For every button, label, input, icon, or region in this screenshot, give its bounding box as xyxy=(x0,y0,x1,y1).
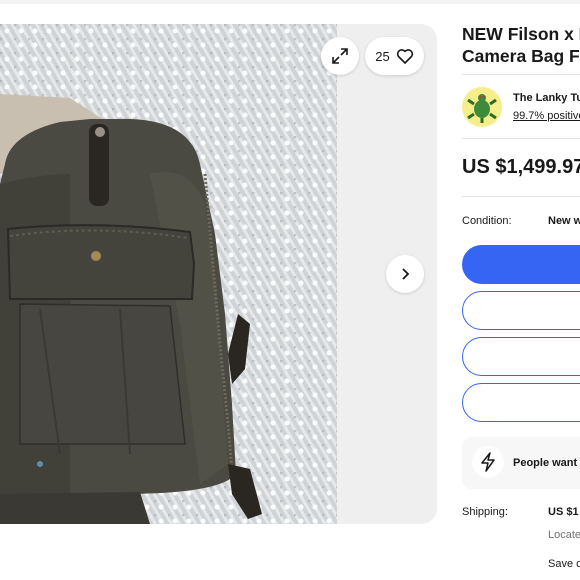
lightning-icon xyxy=(481,452,495,472)
divider xyxy=(462,74,580,75)
buy-it-now-button[interactable] xyxy=(462,245,580,284)
seller-feedback-link[interactable]: 99.7% positive xyxy=(513,110,580,122)
condition-label: Condition: xyxy=(462,215,512,227)
listing-page: 25 NEW Filson x M Camera Bag F The Lanky… xyxy=(0,0,580,580)
seller-avatar[interactable] xyxy=(462,87,502,127)
header-divider xyxy=(0,0,580,4)
make-offer-button[interactable] xyxy=(462,337,580,376)
image-gallery[interactable]: 25 xyxy=(0,24,437,524)
seller-logo xyxy=(467,94,497,123)
title-line-1: NEW Filson x M xyxy=(462,24,580,44)
seller-name[interactable]: The Lanky Tu xyxy=(513,92,580,104)
chevron-right-icon xyxy=(402,268,410,280)
listing-title: NEW Filson x M Camera Bag F xyxy=(462,23,580,67)
shipping-value: US $1 xyxy=(548,506,579,518)
product-photo[interactable] xyxy=(0,24,337,524)
divider xyxy=(462,138,580,139)
save-on-combined-shipping: Save c xyxy=(548,558,580,570)
urgency-icon-wrap xyxy=(472,446,504,478)
expand-image-button[interactable] xyxy=(321,37,359,75)
backpack-illustration xyxy=(0,94,262,524)
add-to-cart-button[interactable] xyxy=(462,291,580,330)
watch-button[interactable]: 25 xyxy=(365,37,424,75)
condition-value: New w xyxy=(548,215,580,227)
item-location: Locate xyxy=(548,529,580,541)
watch-count: 25 xyxy=(375,48,390,64)
shipping-label: Shipping: xyxy=(462,506,508,518)
divider xyxy=(462,196,580,197)
add-to-watchlist-button[interactable] xyxy=(462,383,580,422)
heart-icon xyxy=(396,49,413,64)
next-image-button[interactable] xyxy=(386,255,424,293)
urgency-text: People want xyxy=(513,457,578,469)
expand-icon xyxy=(332,48,348,64)
urgency-banner: People want xyxy=(462,437,580,489)
price: US $1,499.97 xyxy=(462,156,580,178)
title-line-2: Camera Bag F xyxy=(462,46,580,66)
